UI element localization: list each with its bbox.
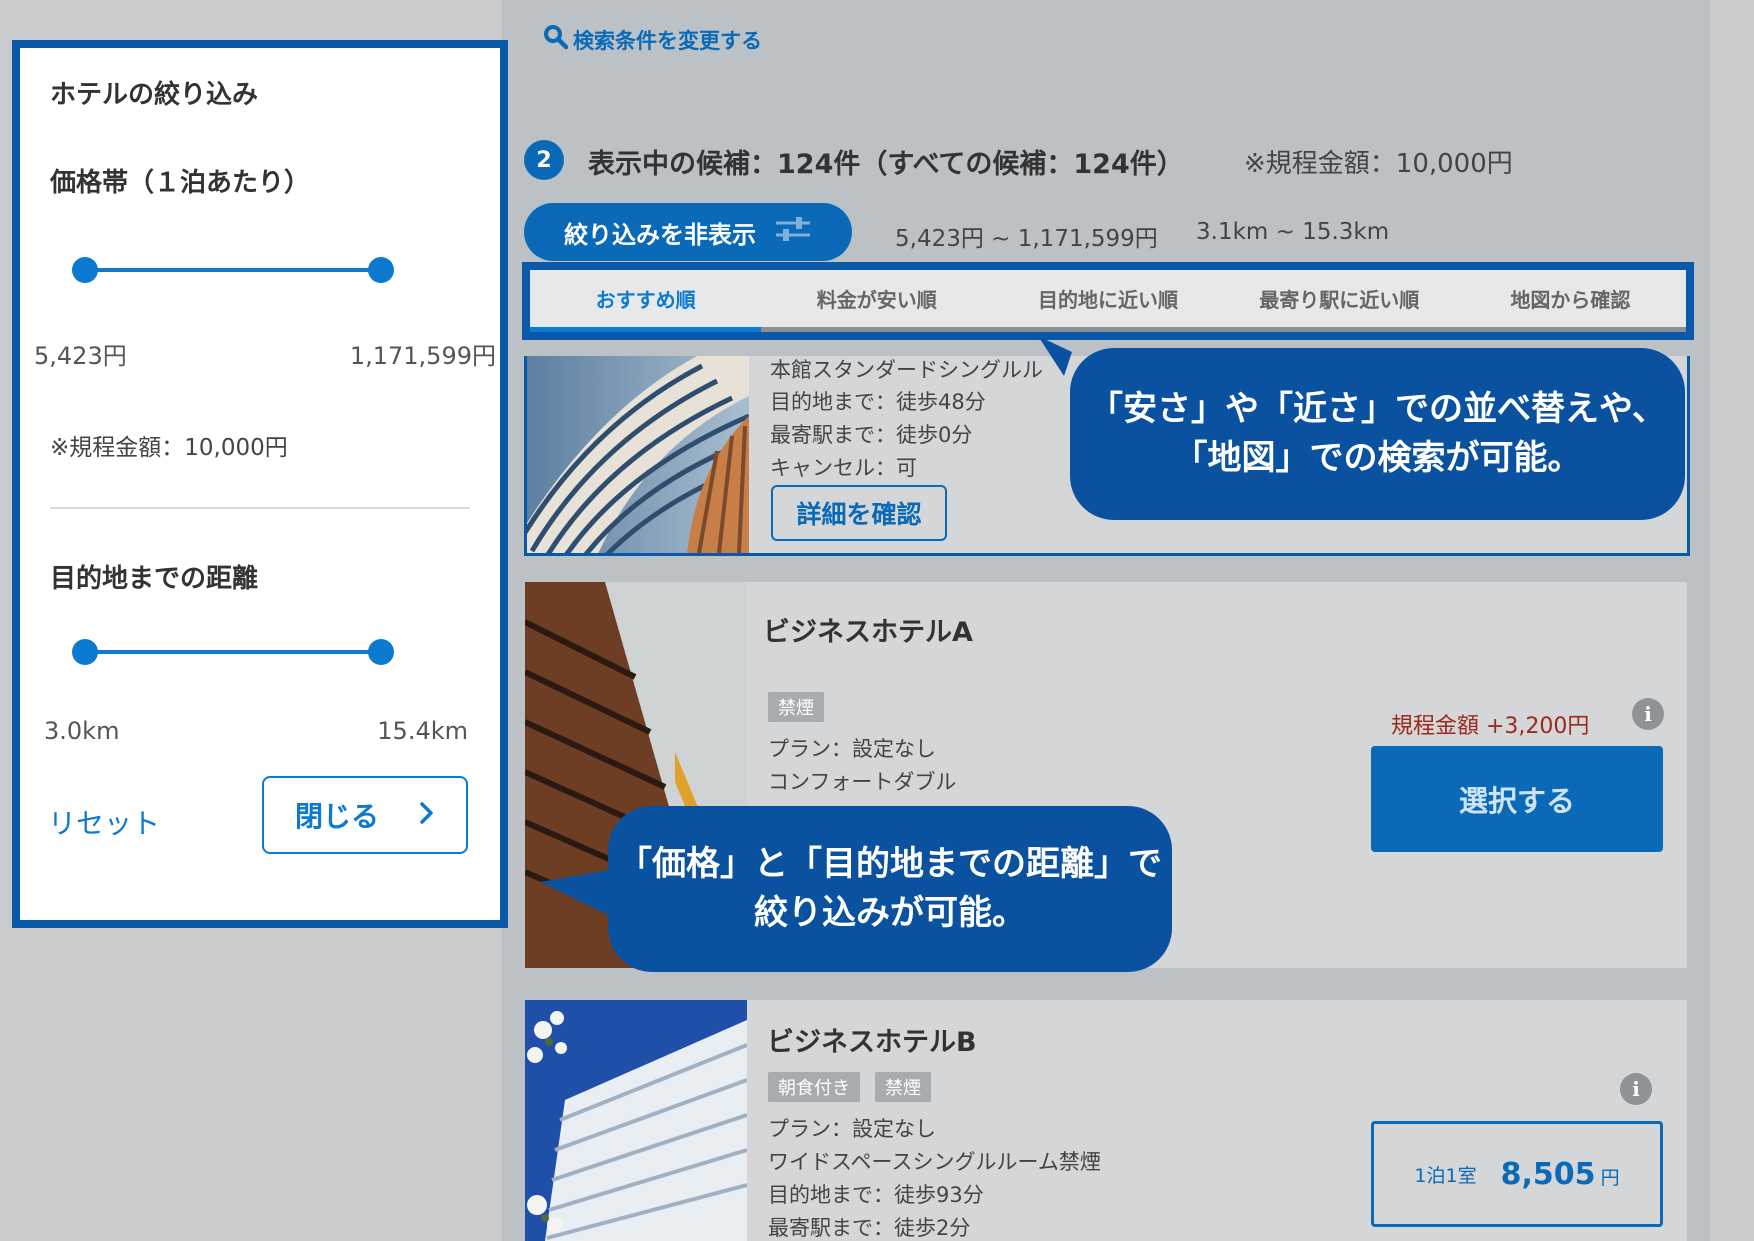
sliders-icon <box>774 215 812 249</box>
price-max-handle[interactable] <box>368 257 394 283</box>
price-unit-label: 1泊1室 <box>1414 1164 1477 1187</box>
step-badge: 2 <box>524 140 564 180</box>
plan: プラン：設定なし <box>768 1117 936 1141</box>
distance-min-handle[interactable] <box>72 639 98 665</box>
budget-note: ※規程金額：10,000円 <box>50 435 288 461</box>
room-name: ワイドスペースシングルルーム禁煙 <box>768 1150 1101 1174</box>
price-currency: 円 <box>1600 1166 1620 1189</box>
sort-callout: 「安さ」や「近さ」での並べ替えや、 「地図」での検索が可能。 <box>1070 348 1685 520</box>
distance-max-handle[interactable] <box>368 639 394 665</box>
hotel-name: ビジネスホテルA <box>763 617 973 648</box>
price-difference: 規程金額 +3,200円 <box>1391 714 1590 739</box>
distance-range-slider[interactable] <box>72 632 402 672</box>
plan: プラン：設定なし <box>768 737 936 761</box>
price-min-handle[interactable] <box>72 257 98 283</box>
info-icon[interactable]: i <box>1620 1073 1652 1105</box>
tab-nearest-station[interactable]: 最寄り駅に近い順 <box>1223 270 1455 332</box>
price-heading: 価格帯（１泊あたり） <box>50 168 311 198</box>
cancel-policy: キャンセル：可 <box>770 456 917 480</box>
sort-callout-pointer <box>1038 336 1072 376</box>
filter-callout: 「価格」と「目的地までの距離」で 絞り込みが可能。 <box>608 806 1172 972</box>
hotel-name: ビジネスホテルB <box>767 1027 977 1058</box>
hotel-card-b: ビジネスホテルB 朝食付き 禁煙 プラン：設定なし ワイドスペースシングルルーム… <box>525 1000 1687 1241</box>
distance-max-value: 15.4km <box>377 717 468 745</box>
filter-callout-line2: 絞り込みが可能。 <box>754 893 1026 933</box>
price-range-text: 5,423円 ~ 1,171,599円 <box>895 226 1158 252</box>
price-slider-track <box>85 268 381 272</box>
filter-panel-title: ホテルの絞り込み <box>50 80 259 110</box>
close-button-label: 閉じる <box>294 800 379 833</box>
sort-callout-line2: 「地図」での検索が可能。 <box>1173 438 1582 478</box>
room-name: コンフォートダブル <box>768 770 957 794</box>
tab-cheapest[interactable]: 料金が安い順 <box>761 270 993 332</box>
price-range-slider[interactable] <box>72 250 402 290</box>
distance-min-value: 3.0km <box>44 717 120 745</box>
filter-panel: ホテルの絞り込み 価格帯（１泊あたり） 5,423円 1,171,599円 ※規… <box>12 40 508 928</box>
tag-breakfast: 朝食付き <box>768 1072 860 1102</box>
hotel-image[interactable] <box>525 1000 747 1241</box>
budget-text: ※規程金額：10,000円 <box>1244 149 1513 179</box>
tab-recommended[interactable]: おすすめ順 <box>530 270 762 332</box>
select-button[interactable]: 選択する <box>1371 746 1663 852</box>
hotel-image[interactable] <box>527 356 749 553</box>
chevron-right-icon <box>419 799 435 832</box>
price-min-value: 5,423円 <box>34 342 127 370</box>
detail-button[interactable]: 詳細を確認 <box>771 485 947 541</box>
destination-distance: 目的地まで：徒歩48分 <box>770 390 986 414</box>
result-count: 表示中の候補：124件（すべての候補：124件） <box>588 149 1184 180</box>
change-search-label: 検索条件を変更する <box>573 28 762 53</box>
distance-range-text: 3.1km ~ 15.3km <box>1196 219 1390 245</box>
distance-slider-track <box>85 650 381 654</box>
divider <box>50 507 470 509</box>
station-distance: 最寄駅まで：徒歩0分 <box>770 423 973 447</box>
price-box[interactable]: 1泊1室 8,505 円 <box>1371 1121 1663 1227</box>
tab-map[interactable]: 地図から確認 <box>1454 270 1687 332</box>
distance-heading: 目的地までの距離 <box>50 564 259 594</box>
tag-nonsmoking: 禁煙 <box>768 692 824 722</box>
info-icon[interactable]: i <box>1632 698 1664 730</box>
price-value: 8,505 <box>1500 1156 1596 1192</box>
price-amount: 8,505 円 <box>1501 1157 1620 1192</box>
sort-tabs: おすすめ順 料金が安い順 目的地に近い順 最寄り駅に近い順 地図から確認 <box>522 262 1694 340</box>
toggle-filter-button[interactable]: 絞り込みを非表示 <box>524 203 852 261</box>
change-search-link[interactable]: 検索条件を変更する <box>543 24 762 55</box>
sort-callout-line1: 「安さ」や「近さ」での並べ替えや、 <box>1089 388 1666 429</box>
price-max-value: 1,171,599円 <box>349 342 496 370</box>
tag-nonsmoking: 禁煙 <box>875 1072 931 1102</box>
room-name: 本館スタンダードシングルル <box>770 358 1043 382</box>
tab-nearest-destination[interactable]: 目的地に近い順 <box>992 270 1224 332</box>
reset-link[interactable]: リセット <box>48 802 160 842</box>
filter-callout-line1: 「価格」と「目的地までの距離」で <box>618 843 1162 884</box>
toggle-filter-label: 絞り込みを非表示 <box>564 220 756 249</box>
search-icon <box>543 24 569 55</box>
destination-distance: 目的地まで：徒歩93分 <box>768 1183 984 1207</box>
close-button[interactable]: 閉じる <box>262 776 468 854</box>
station-distance: 最寄駅まで：徒歩2分 <box>768 1216 971 1240</box>
